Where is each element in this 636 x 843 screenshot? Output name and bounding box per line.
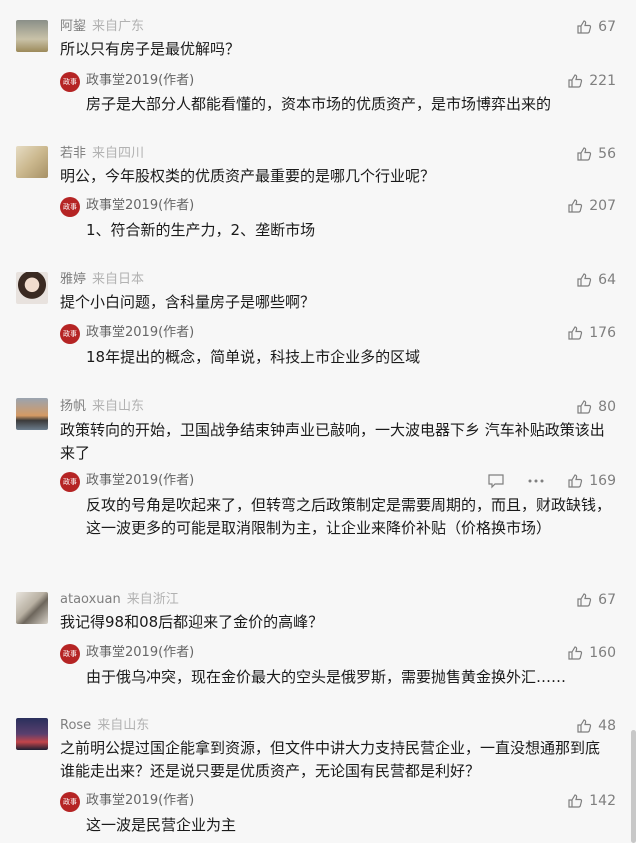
comment-icon[interactable] [487, 473, 505, 489]
thumb-up-icon [568, 474, 583, 488]
like-count: 160 [589, 645, 616, 661]
comment-text: 所以只有房子是最优解吗？ [60, 40, 241, 58]
avatar[interactable] [16, 146, 48, 178]
username[interactable]: 扬帆 [60, 399, 86, 414]
thumb-up-icon [577, 593, 592, 607]
thumb-up-icon [577, 20, 592, 34]
author-avatar[interactable]: 政事堂 [60, 197, 80, 217]
avatar[interactable] [16, 20, 48, 52]
username[interactable]: ataoxuan [60, 592, 121, 607]
author-avatar[interactable]: 政事堂 [60, 72, 80, 92]
username[interactable]: Rose [60, 718, 91, 733]
author-name[interactable]: 政事堂2019(作者) [86, 72, 194, 90]
reply-text: 由于俄乌冲突，现在金价最大的空头是俄罗斯，需要抛售黄金换外汇…… [86, 668, 567, 686]
author-avatar[interactable]: 政事堂 [60, 644, 80, 664]
reply-tools [487, 473, 545, 489]
author-name[interactable]: 政事堂2019(作者) [86, 472, 194, 490]
like-count: 67 [598, 19, 616, 35]
like-button[interactable]: 56 [576, 145, 616, 163]
like-count: 67 [598, 592, 616, 608]
like-button[interactable]: 67 [576, 18, 616, 36]
thumb-up-icon [568, 326, 583, 340]
reply-like-button[interactable]: 221 [567, 72, 616, 90]
thumb-up-icon [568, 199, 583, 213]
comment-text: 政策转向的开始，卫国战争结束钟声业已敲响，一大波电器下乡 汽车补贴政策该出来了 [60, 421, 605, 462]
author-avatar[interactable]: 政事堂 [60, 324, 80, 344]
thumb-up-icon [568, 794, 583, 808]
like-count: 48 [598, 718, 616, 734]
location: 来自日本 [92, 272, 145, 287]
location: 来自山东 [92, 399, 145, 414]
thumb-up-icon [577, 400, 592, 414]
username[interactable]: 雅婷 [60, 272, 86, 287]
thumb-up-icon [577, 719, 592, 733]
like-button[interactable]: 48 [576, 717, 616, 735]
reply-like-button[interactable]: 207 [567, 197, 616, 215]
avatar[interactable] [16, 592, 48, 624]
reply-text: 1、符合新的生产力，2、垄断市场 [86, 221, 316, 239]
like-count: 142 [589, 793, 616, 809]
like-button[interactable]: 64 [576, 271, 616, 289]
reply-text: 反攻的号角是吹起来了，但转弯之后政策制定是需要周期的，而且，财政缺钱，这一波更多… [86, 496, 612, 537]
location: 来自四川 [92, 146, 145, 161]
reply-like-button[interactable]: 142 [567, 792, 616, 810]
like-count: 176 [589, 325, 616, 341]
reply-like-button[interactable]: 169 [567, 472, 616, 490]
reply-like-button[interactable]: 176 [567, 324, 616, 342]
author-name[interactable]: 政事堂2019(作者) [86, 792, 194, 810]
like-count: 221 [589, 73, 616, 89]
comment-text: 明公，今年股权类的优质资产最重要的是哪几个行业呢？ [60, 167, 436, 185]
reply-text: 18年提出的概念，简单说，科技上市企业多的区域 [86, 348, 421, 366]
avatar[interactable] [16, 272, 48, 304]
reply-text: 房子是大部分人都能看懂的，资本市场的优质资产，是市场博弈出来的 [86, 95, 552, 113]
location: 来自山东 [97, 718, 150, 733]
like-count: 207 [589, 198, 616, 214]
reply-text: 这一波是民营企业为主 [86, 816, 237, 834]
username[interactable]: 若非 [60, 146, 86, 161]
location: 来自浙江 [126, 592, 179, 607]
thumb-up-icon [568, 646, 583, 660]
comment-text: 提个小白问题，含科量房子是哪些啊？ [60, 293, 316, 311]
like-count: 80 [598, 399, 616, 415]
more-icon[interactable] [527, 473, 545, 489]
author-name[interactable]: 政事堂2019(作者) [86, 324, 194, 342]
reply-like-button[interactable]: 160 [567, 644, 616, 662]
avatar[interactable] [16, 718, 48, 750]
like-count: 64 [598, 272, 616, 288]
location: 来自广东 [92, 19, 145, 34]
comment-text: 之前明公提过国企能拿到资源，但文件中讲大力支持民营企业，一直没想通那到底谁能走出… [60, 739, 601, 780]
like-count: 56 [598, 146, 616, 162]
thumb-up-icon [577, 147, 592, 161]
scrollbar[interactable] [631, 730, 636, 843]
comment-text: 我记得98和08后都迎来了金价的高峰？ [60, 613, 324, 631]
author-avatar[interactable]: 政事堂 [60, 472, 80, 492]
username[interactable]: 阿鋆 [60, 19, 86, 34]
like-button[interactable]: 67 [576, 591, 616, 609]
author-name[interactable]: 政事堂2019(作者) [86, 197, 194, 215]
like-count: 169 [589, 473, 616, 489]
author-name[interactable]: 政事堂2019(作者) [86, 644, 194, 662]
like-button[interactable]: 80 [576, 398, 616, 416]
thumb-up-icon [577, 273, 592, 287]
avatar[interactable] [16, 398, 48, 430]
thumb-up-icon [568, 74, 583, 88]
author-avatar[interactable]: 政事堂 [60, 792, 80, 812]
